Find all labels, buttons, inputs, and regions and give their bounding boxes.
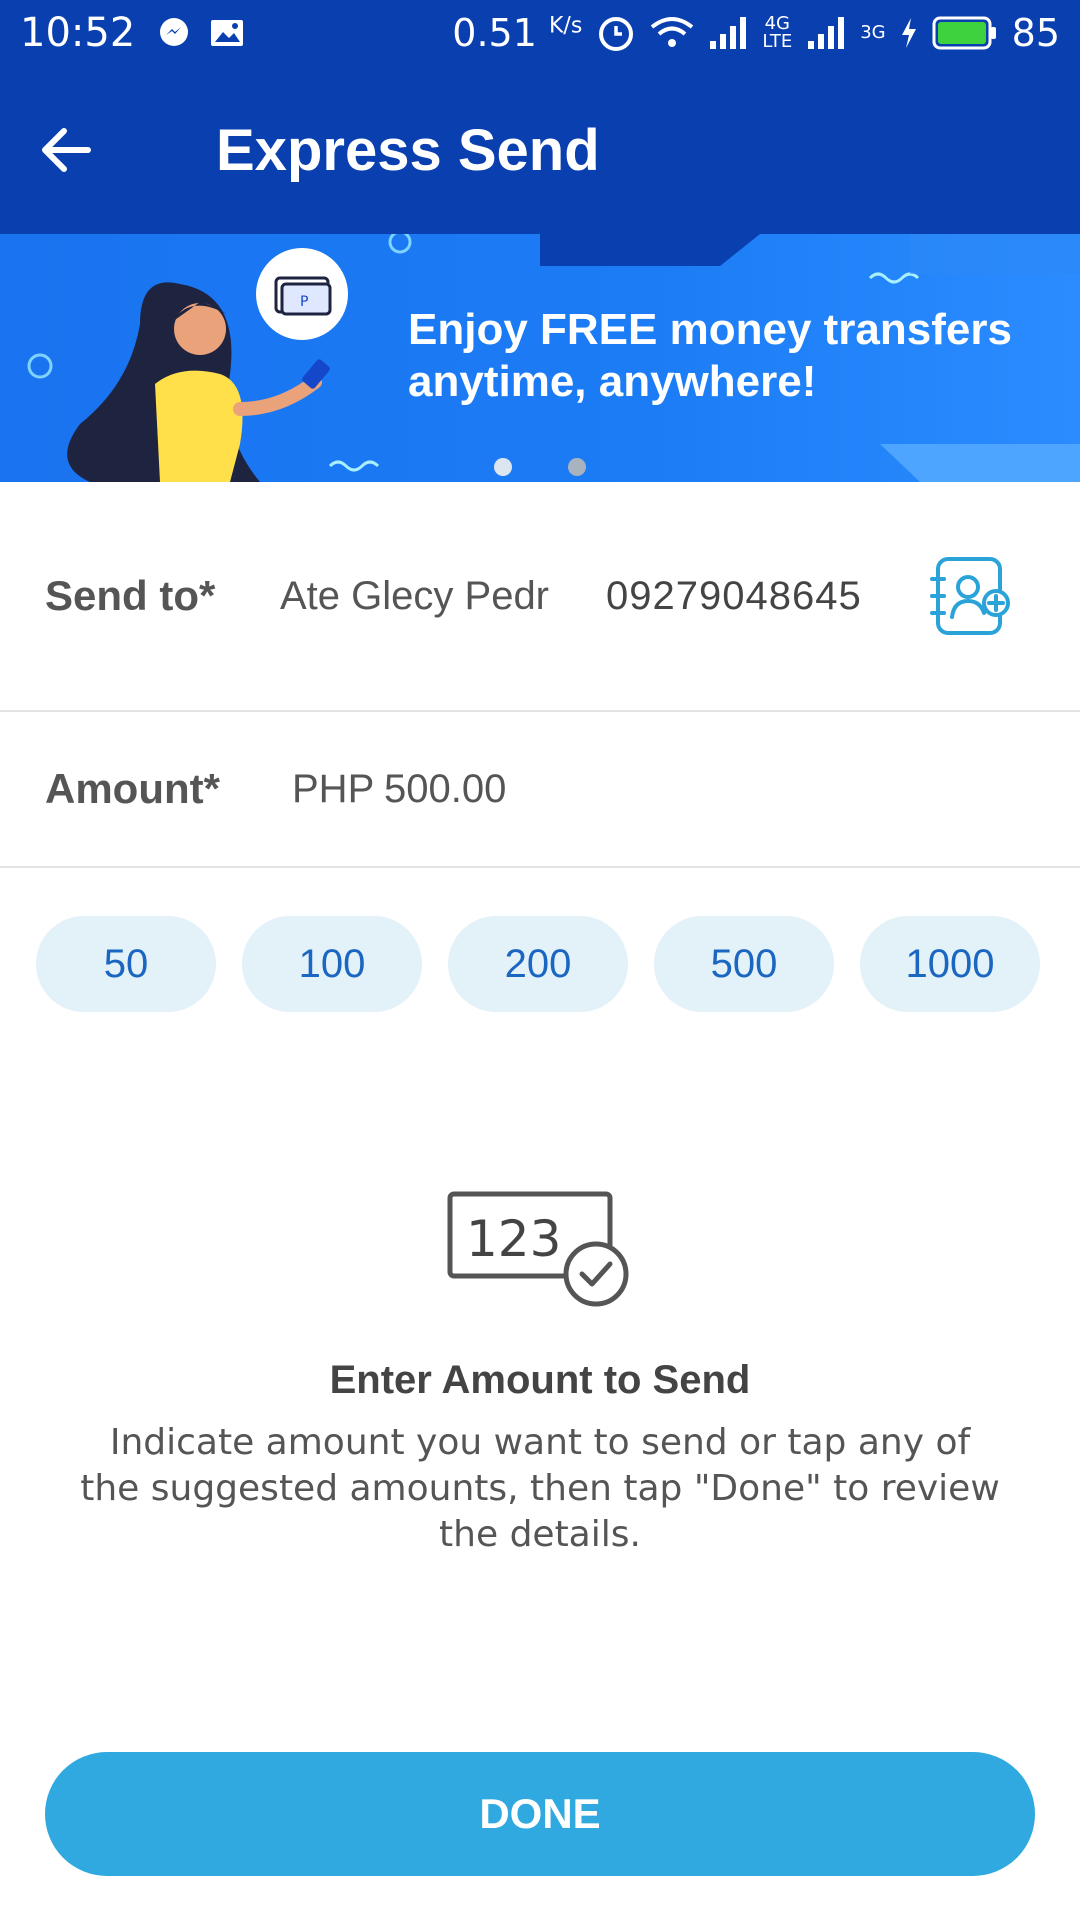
- amount-row: Amount* PHP: [0, 712, 1080, 868]
- currency-label: PHP: [292, 766, 375, 811]
- charging-icon: [901, 18, 916, 48]
- amount-label: Amount*: [45, 765, 220, 812]
- promo-banner[interactable]: P Enjoy FREE money transfers anytime, an…: [0, 234, 1080, 482]
- amount-check-icon-text: 123: [466, 1210, 561, 1268]
- page-title: Express Send: [216, 117, 600, 183]
- wifi-icon: [651, 17, 694, 47]
- amount-chip-200[interactable]: 200: [448, 916, 628, 1012]
- send-to-label: Send to*: [45, 572, 216, 619]
- woman-with-phone-illustration: P: [67, 248, 348, 482]
- amount-chip-50[interactable]: 50: [36, 916, 216, 1012]
- app-bar: Express Send: [0, 66, 1080, 234]
- recipient-number[interactable]: 09279048645: [606, 574, 862, 619]
- info-title: Enter Amount to Send: [329, 1358, 751, 1402]
- amount-chip-500[interactable]: 500: [654, 916, 834, 1012]
- carousel-dot[interactable]: [568, 458, 586, 476]
- network-type-3g: 3G: [860, 22, 886, 43]
- amount-chip-100[interactable]: 100: [242, 916, 422, 1012]
- amount-input[interactable]: [384, 766, 884, 812]
- info-description: Indicate amount you want to send or tap …: [80, 1422, 1000, 1555]
- status-time: 10:52: [20, 10, 136, 56]
- network-speed: 0.51 K/s: [452, 11, 583, 55]
- battery-percent: 85: [1011, 11, 1060, 55]
- back-button[interactable]: [0, 66, 130, 234]
- contacts-add-icon[interactable]: [928, 553, 1014, 639]
- signal-icon: [710, 17, 747, 49]
- network-type-4g: 4G LTE: [762, 13, 793, 52]
- status-bar: 10:52 0.51 K/s 4G LTE 3G 85: [0, 0, 1080, 66]
- signal-icon: [808, 17, 845, 49]
- recipient-name[interactable]: Ate Glecy Pedr: [280, 574, 549, 619]
- gallery-icon: [211, 20, 244, 46]
- carousel-dot-active[interactable]: [494, 458, 512, 476]
- amount-check-icon: 123: [447, 1191, 629, 1307]
- suggested-amounts: 50 100 200 500 1000: [36, 916, 1040, 1012]
- done-button[interactable]: DONE: [45, 1752, 1035, 1876]
- battery-icon: [932, 16, 996, 50]
- carousel-indicator: [494, 458, 586, 476]
- alarm-icon: [599, 17, 634, 51]
- svg-text:P: P: [300, 294, 308, 310]
- amount-chip-1000[interactable]: 1000: [860, 916, 1040, 1012]
- send-to-row: Send to* Ate Glecy Pedr 09279048645: [0, 482, 1080, 712]
- arrow-left-icon: [42, 128, 91, 172]
- banner-headline: Enjoy FREE money transfers anytime, anyw…: [408, 305, 1012, 406]
- messenger-icon: [160, 18, 189, 46]
